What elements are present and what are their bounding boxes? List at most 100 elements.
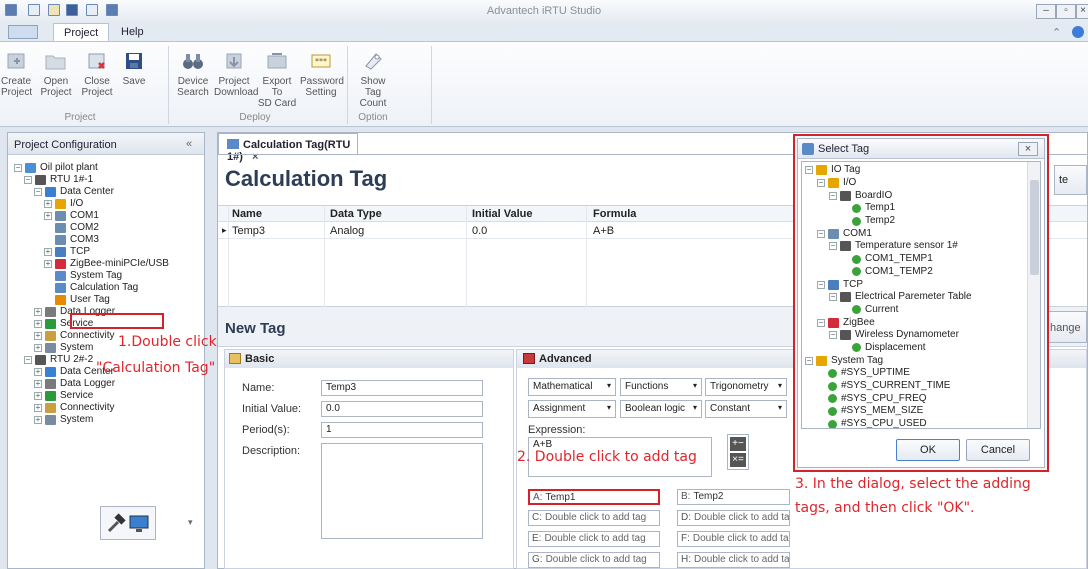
tree-item[interactable]: + COM1 xyxy=(14,210,202,222)
ok-button[interactable]: OK xyxy=(896,439,960,461)
tag-tree-item[interactable]: − Electrical Paremeter Table xyxy=(805,291,1025,304)
collapse-icon[interactable]: − xyxy=(24,176,32,184)
tag-tree-item[interactable]: − I/O xyxy=(805,177,1025,190)
variable-slot-g[interactable]: G: Double click to add tag xyxy=(528,552,660,568)
expand-icon[interactable]: + xyxy=(44,260,52,268)
tag-tree-item[interactable]: COM1_TEMP1 xyxy=(805,253,1025,266)
close-tab-icon[interactable]: × xyxy=(252,151,258,163)
collapse-icon[interactable]: − xyxy=(817,280,825,289)
collapse-icon[interactable]: − xyxy=(805,166,813,175)
tree-item[interactable]: System Tag xyxy=(14,270,202,282)
delete-button[interactable]: te xyxy=(1054,165,1087,195)
cancel-button[interactable]: Cancel xyxy=(966,439,1030,461)
expand-icon[interactable]: + xyxy=(34,368,42,376)
ribbon-collapse-icon[interactable]: ⌃ xyxy=(1052,26,1061,39)
tag-tree-item[interactable]: Temp2 xyxy=(805,215,1025,228)
tag-tree-item[interactable]: #SYS_MEM_SIZE xyxy=(805,405,1025,418)
dialog-close-icon[interactable]: × xyxy=(1018,142,1038,156)
collapse-panel-icon[interactable]: « xyxy=(186,138,192,150)
tag-tree-item[interactable]: − BoardIO xyxy=(805,189,1025,202)
variable-slot-e[interactable]: E: Double click to add tag xyxy=(528,531,660,547)
collapse-icon[interactable]: − xyxy=(817,229,825,238)
assignment-select[interactable]: Assignment ▾ xyxy=(528,400,616,418)
tree-item[interactable]: COM3 xyxy=(14,234,202,246)
show-tag-count-button[interactable]: Show Tag Count xyxy=(352,48,394,109)
tag-tree-item[interactable]: Current xyxy=(805,304,1025,317)
tree-item[interactable]: User Tag xyxy=(14,294,202,306)
tag-tree-item[interactable]: − ZigBee xyxy=(805,316,1025,329)
tree-scrollbar[interactable] xyxy=(1027,162,1040,428)
functions-select[interactable]: Functions ▾ xyxy=(620,378,702,396)
tag-tree-item[interactable]: − TCP xyxy=(805,278,1025,291)
tag-tree-item[interactable]: − COM1 xyxy=(805,227,1025,240)
expand-icon[interactable]: + xyxy=(34,308,42,316)
collapse-icon[interactable]: − xyxy=(829,331,837,340)
tree-item[interactable]: + ZigBee-miniPCIe/USB xyxy=(14,258,202,270)
expand-icon[interactable]: + xyxy=(34,320,42,328)
collapse-icon[interactable]: − xyxy=(24,356,32,364)
multiply-equals-icon[interactable]: ×= xyxy=(730,453,746,467)
change-button[interactable]: hange xyxy=(1043,311,1087,343)
document-tab[interactable]: Calculation Tag(RTU 1#) × xyxy=(218,133,358,163)
collapse-icon[interactable]: − xyxy=(805,356,813,365)
tree-item[interactable]: + System xyxy=(14,414,202,426)
period-input[interactable]: 1 xyxy=(321,422,483,438)
tab-help[interactable]: Help xyxy=(111,23,154,42)
password-setting-button[interactable]: *** Password Setting xyxy=(300,48,344,98)
tool-switcher[interactable] xyxy=(100,506,156,540)
collapse-icon[interactable]: − xyxy=(829,242,837,251)
app-menu-button[interactable] xyxy=(8,25,38,39)
create-project-button[interactable]: Create Project xyxy=(1,48,32,98)
device-search-button[interactable]: Device Search xyxy=(176,48,210,98)
expand-icon[interactable]: + xyxy=(44,248,52,256)
expand-icon[interactable]: + xyxy=(34,404,42,412)
variable-slot-h[interactable]: H: Double click to add tag. xyxy=(677,552,790,568)
project-download-button[interactable]: Project Download xyxy=(214,48,258,98)
tree-item[interactable]: + Connectivity xyxy=(14,402,202,414)
open-project-button[interactable]: Open Project xyxy=(38,48,74,98)
tree-item[interactable]: COM2 xyxy=(14,222,202,234)
tree-item[interactable]: + TCP xyxy=(14,246,202,258)
monitor-icon[interactable] xyxy=(129,515,149,536)
save-button[interactable]: Save xyxy=(119,48,149,87)
expand-icon[interactable]: + xyxy=(34,392,42,400)
tool-switcher-dropdown-icon[interactable]: ▾ xyxy=(188,517,193,528)
collapse-icon[interactable]: − xyxy=(14,164,22,172)
expand-icon[interactable]: + xyxy=(44,200,52,208)
tag-tree-item[interactable]: #SYS_CPU_FREQ xyxy=(805,392,1025,405)
operator-buttons[interactable]: +− ×= xyxy=(727,434,749,470)
tag-tree-item[interactable]: − Wireless Dynamometer xyxy=(805,329,1025,342)
expand-icon[interactable]: + xyxy=(34,332,42,340)
tag-tree-item[interactable]: #SYS_CPU_USED xyxy=(805,418,1025,428)
variable-slot-f[interactable]: F: Double click to add tag. xyxy=(677,531,790,547)
tag-tree-item[interactable]: Displacement xyxy=(805,342,1025,355)
expand-icon[interactable]: + xyxy=(34,380,42,388)
close-project-button[interactable]: Close Project xyxy=(80,48,114,98)
minimize-icon[interactable]: – xyxy=(1036,4,1056,19)
mathematical-select[interactable]: Mathematical ▾ xyxy=(528,378,616,396)
name-input[interactable]: Temp3 xyxy=(321,380,483,396)
collapse-icon[interactable]: − xyxy=(817,318,825,327)
variable-slot-a[interactable]: A: Temp1 xyxy=(528,489,660,505)
tree-item[interactable]: − Oil pilot plant xyxy=(14,162,202,174)
tag-tree-item[interactable]: − IO Tag xyxy=(805,164,1025,177)
expand-icon[interactable]: + xyxy=(44,212,52,220)
initial-value-input[interactable]: 0.0 xyxy=(321,401,483,417)
variable-slot-c[interactable]: C: Double click to add tag xyxy=(528,510,660,526)
expand-icon[interactable]: + xyxy=(34,344,42,352)
help-icon[interactable] xyxy=(1072,26,1084,38)
tree-item[interactable]: + I/O xyxy=(14,198,202,210)
close-window-icon[interactable]: × xyxy=(1076,4,1088,19)
scrollbar-thumb[interactable] xyxy=(1030,180,1039,275)
tree-item[interactable]: + Service xyxy=(14,390,202,402)
tag-tree-item[interactable]: #SYS_CURRENT_TIME xyxy=(805,380,1025,393)
tree-item[interactable]: − Data Center xyxy=(14,186,202,198)
description-textarea[interactable] xyxy=(321,443,483,539)
tree-item[interactable]: + Data Logger xyxy=(14,378,202,390)
tree-item[interactable]: Calculation Tag xyxy=(14,282,202,294)
expand-icon[interactable]: + xyxy=(34,416,42,424)
collapse-icon[interactable]: − xyxy=(829,191,837,200)
tag-tree-item[interactable]: COM1_TEMP2 xyxy=(805,266,1025,279)
boolean-logic-select[interactable]: Boolean logic ▾ xyxy=(620,400,702,418)
trigonometry-select[interactable]: Trigonometry ▾ xyxy=(705,378,787,396)
